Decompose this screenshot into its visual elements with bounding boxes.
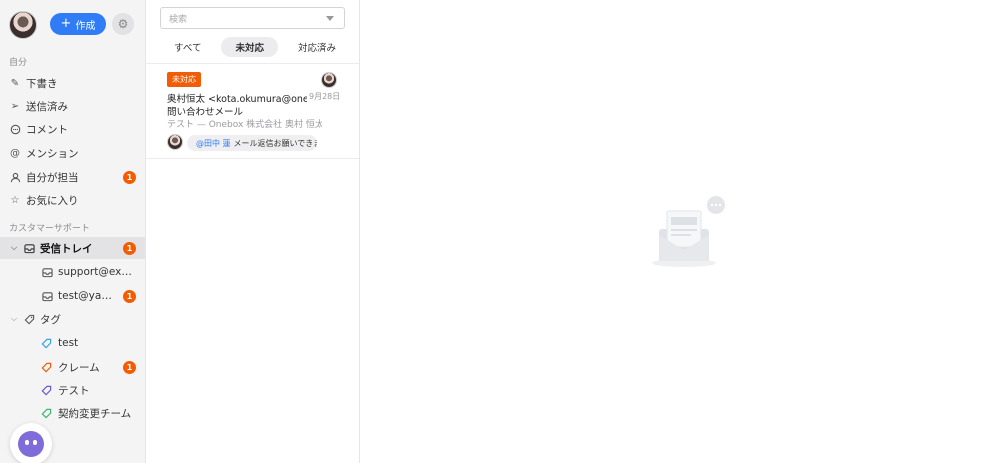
tag-icon xyxy=(23,313,35,325)
compose-button[interactable]: + 作成 xyxy=(50,13,106,35)
section-label-self: 自分 xyxy=(9,58,28,68)
sidebar-item-mentions[interactable]: @ メンション xyxy=(0,142,145,164)
sidebar-item-tag-contract[interactable]: 契約変更チーム xyxy=(0,402,145,424)
tag-icon xyxy=(41,385,52,396)
sidebar-item-comments[interactable]: コメント xyxy=(0,118,145,140)
status-tabs: すべて 未対応 対応済み xyxy=(160,37,350,57)
mention-text: メール返信お願いできますか？ xyxy=(233,138,317,148)
search-input[interactable]: 検索 xyxy=(160,7,345,29)
conversation-list-panel: 検索 すべて 未対応 対応済み 未対応 奥村恒太 <kota.okumura@o… xyxy=(146,0,360,463)
status-badge: 未対応 xyxy=(167,72,201,87)
sidebar-item-drafts[interactable]: ✎ 下書き xyxy=(0,72,145,94)
section-label-support: カスタマーサポート xyxy=(9,224,90,234)
list-item[interactable]: 未対応 奥村恒太 <kota.okumura@onebox.jp> 9月28日 … xyxy=(146,64,359,159)
tag-icon xyxy=(41,408,52,419)
commenter-avatar xyxy=(167,134,183,150)
chat-widget-button[interactable] xyxy=(10,423,52,463)
empty-state-illustration xyxy=(650,195,730,270)
chevron-down-icon[interactable]: ⌵ xyxy=(9,314,19,324)
mention-user: @田中 蓮 xyxy=(196,138,231,148)
sidebar-item-assigned[interactable]: 自分が担当 1 xyxy=(0,166,145,188)
sidebar-item-favorites[interactable]: ☆ お気に入り xyxy=(0,189,145,211)
sidebar-item-tag-tesuto[interactable]: テスト xyxy=(0,379,145,401)
sidebar-item-tags[interactable]: ⌵ タグ xyxy=(0,308,145,330)
plus-icon: + xyxy=(60,16,72,31)
tab-unhandled[interactable]: 未対応 xyxy=(221,37,278,57)
tab-handled[interactable]: 対応済み xyxy=(284,37,350,57)
search-placeholder: 検索 xyxy=(169,14,188,25)
sidebar: + 作成 ⚙ 自分 ✎ 下書き ➢ 送信済み コメント @ メンション 自分が担… xyxy=(0,0,146,463)
item-preview: テスト — Onebox 株式会社 奥村 恒太 xyxy=(167,120,322,130)
inbox-icon xyxy=(23,242,35,254)
item-date: 9月28日 xyxy=(309,92,341,101)
sidebar-item-sent[interactable]: ➢ 送信済み xyxy=(0,95,145,117)
count-badge: 1 xyxy=(123,290,136,303)
pencil-icon: ✎ xyxy=(10,77,20,89)
send-icon: ➢ xyxy=(10,100,20,112)
item-sender: 奥村恒太 <kota.okumura@onebox.jp> xyxy=(167,94,307,105)
chat-bot-icon xyxy=(18,431,44,457)
sidebar-topbar: + 作成 ⚙ xyxy=(0,0,145,48)
gear-icon[interactable]: ⚙ xyxy=(112,13,134,35)
mention-comment: @田中 蓮 メール返信お願いできますか？ xyxy=(187,135,317,151)
inbox-icon xyxy=(41,266,53,278)
sidebar-item-tag-test[interactable]: test xyxy=(0,332,145,354)
count-badge: 1 xyxy=(123,361,136,374)
sidebar-item-inbox[interactable]: ⌵ 受信トレイ 1 xyxy=(0,237,145,259)
at-icon: @ xyxy=(10,147,20,159)
compose-label: 作成 xyxy=(75,20,96,32)
count-badge: 1 xyxy=(123,242,136,255)
tag-icon xyxy=(41,362,52,373)
tab-all[interactable]: すべて xyxy=(160,37,215,57)
assignee-avatar xyxy=(321,72,337,88)
star-icon: ☆ xyxy=(10,194,20,206)
item-subject: 問い合わせメール xyxy=(167,107,244,118)
dropdown-caret-icon[interactable] xyxy=(326,16,334,21)
count-badge: 1 xyxy=(123,171,136,184)
sidebar-item-inbox-support[interactable]: support@example.com xyxy=(0,261,145,283)
person-icon xyxy=(9,171,21,183)
sidebar-item-inbox-test[interactable]: test@yarukiswitch.jp 1 xyxy=(0,285,145,307)
sidebar-item-tag-claim[interactable]: クレーム 1 xyxy=(0,356,145,378)
user-avatar[interactable] xyxy=(9,11,37,39)
tag-icon xyxy=(41,338,52,349)
inbox-icon xyxy=(41,290,53,302)
comment-icon xyxy=(9,123,21,135)
chevron-down-icon[interactable]: ⌵ xyxy=(9,243,19,253)
